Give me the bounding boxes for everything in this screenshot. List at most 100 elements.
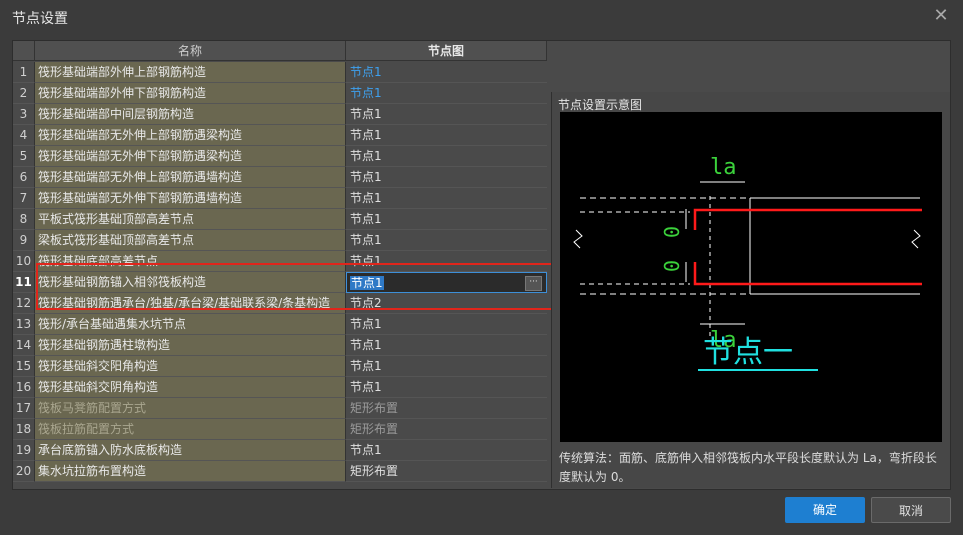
row-name: 筏板马凳筋配置方式 [35, 398, 346, 419]
row-node-value[interactable]: 节点1 [346, 146, 547, 167]
row-node-value[interactable]: 节点1 [346, 356, 547, 377]
row-number: 11 [13, 272, 35, 293]
row-node-value[interactable]: 节点1 [346, 104, 547, 125]
table-row[interactable]: 16 筏形基础斜交阴角构造 节点1 [13, 377, 547, 398]
close-icon[interactable]: ✕ [931, 6, 951, 26]
label-la-top: la [710, 155, 737, 180]
row-name: 承台底筋锚入防水底板构造 [35, 440, 346, 461]
table-row[interactable]: 19 承台底筋锚入防水底板构造 节点1 [13, 440, 547, 461]
row-number: 20 [13, 461, 35, 482]
row-number: 18 [13, 419, 35, 440]
row-node-value[interactable]: 节点2 [346, 293, 547, 314]
preview-description: 传统算法：面筋、底筋伸入相邻筏板内水平段长度默认为 La，弯折段长度默认为 0。 [559, 451, 937, 484]
row-node-value[interactable]: 节点1 [346, 314, 547, 335]
table-row[interactable]: 11 筏形基础钢筋锚入相邻筏板构造 节点1 ··· [13, 272, 547, 293]
row-node-value[interactable]: 节点1 [346, 167, 547, 188]
row-name: 平板式筏形基础顶部高差节点 [35, 209, 346, 230]
table-row[interactable]: 1 筏形基础端部外伸上部钢筋构造 节点1 [13, 62, 547, 83]
table-row[interactable]: 2 筏形基础端部外伸下部钢筋构造 节点1 [13, 83, 547, 104]
row-number: 8 [13, 209, 35, 230]
table-row[interactable]: 8 平板式筏形基础顶部高差节点 节点1 [13, 209, 547, 230]
table-row[interactable]: 17 筏板马凳筋配置方式 矩形布置 [13, 398, 547, 419]
row-node-value[interactable]: 矩形布置 [346, 419, 547, 440]
header-num [13, 41, 35, 61]
header-node[interactable]: 节点图 [346, 41, 547, 61]
table-row[interactable]: 20 集水坑拉筋布置构造 矩形布置 [13, 461, 547, 482]
row-node-value[interactable]: 节点1 [346, 209, 547, 230]
table-row[interactable]: 10 筏形基础底部高差节点 节点1 [13, 251, 547, 272]
preview-title: 节点设置示意图 [558, 98, 643, 112]
row-node-value[interactable]: 节点1 [346, 377, 547, 398]
row-number: 17 [13, 398, 35, 419]
row-number: 9 [13, 230, 35, 251]
row-node-value[interactable]: 节点1 [346, 125, 547, 146]
row-name: 筏板拉筋配置方式 [35, 419, 346, 440]
table-row[interactable]: 12 筏形基础钢筋遇承台/独基/承台梁/基础联系梁/条基构造 节点2 [13, 293, 547, 314]
row-name: 筏形基础端部无外伸上部钢筋遇墙构造 [35, 167, 346, 188]
diagram-caption: 节点一 [703, 335, 793, 370]
row-number: 7 [13, 188, 35, 209]
ok-button[interactable]: 确定 [785, 497, 865, 523]
break-left-icon [573, 229, 583, 249]
row-node-value[interactable]: 节点1 [346, 335, 547, 356]
row-number: 5 [13, 146, 35, 167]
row-name: 筏形基础端部无外伸下部钢筋遇墙构造 [35, 188, 346, 209]
row-node-value[interactable]: 节点1 [346, 188, 547, 209]
row-name: 筏形基础端部外伸下部钢筋构造 [35, 83, 346, 104]
row-number: 15 [13, 356, 35, 377]
row-number: 16 [13, 377, 35, 398]
header-name[interactable]: 名称 [35, 41, 346, 61]
table-row[interactable]: 9 梁板式筏形基础顶部高差节点 节点1 [13, 230, 547, 251]
row-name: 筏形基础钢筋遇柱墩构造 [35, 335, 346, 356]
node-diagram-svg: la la 0 0 节点一 [573, 155, 922, 371]
rebar-bottom-red [693, 262, 922, 286]
table-row[interactable]: 13 筏形/承台基础遇集水坑节点 节点1 [13, 314, 547, 335]
row-number: 2 [13, 83, 35, 104]
row-name: 筏形基础端部无外伸下部钢筋遇梁构造 [35, 146, 346, 167]
row-name: 筏形基础底部高差节点 [35, 251, 346, 272]
row-node-value[interactable]: 矩形布置 [346, 461, 547, 482]
row-node-value[interactable]: 节点1 ··· [346, 272, 547, 293]
row-number: 13 [13, 314, 35, 335]
row-number: 12 [13, 293, 35, 314]
row-name: 筏形基础钢筋遇承台/独基/承台梁/基础联系梁/条基构造 [35, 293, 346, 314]
row-number: 4 [13, 125, 35, 146]
table-row[interactable]: 15 筏形基础斜交阳角构造 节点1 [13, 356, 547, 377]
row-name: 筏形基础端部外伸上部钢筋构造 [35, 62, 346, 83]
table-row[interactable]: 5 筏形基础端部无外伸下部钢筋遇梁构造 节点1 [13, 146, 547, 167]
preview-panel: 节点设置示意图 la la 0 0 节点一 传统算法：面筋、底筋伸入相邻筏板内水… [551, 92, 950, 488]
table-row[interactable]: 7 筏形基础端部无外伸下部钢筋遇墙构造 节点1 [13, 188, 547, 209]
row-node-value[interactable]: 节点1 [346, 230, 547, 251]
row-node-value[interactable]: 节点1 [346, 251, 547, 272]
selected-node-value: 节点1 [350, 276, 384, 290]
node-diagram: la la 0 0 节点一 [560, 112, 942, 442]
title-bar: 节点设置 ✕ [0, 0, 963, 34]
row-name: 筏形/承台基础遇集水坑节点 [35, 314, 346, 335]
row-number: 3 [13, 104, 35, 125]
break-right-icon [911, 229, 921, 249]
row-name: 集水坑拉筋布置构造 [35, 461, 346, 482]
row-name: 筏形基础端部无外伸上部钢筋遇梁构造 [35, 125, 346, 146]
table-row[interactable]: 4 筏形基础端部无外伸上部钢筋遇梁构造 节点1 [13, 125, 547, 146]
table-row[interactable]: 3 筏形基础端部中间层钢筋构造 节点1 [13, 104, 547, 125]
row-name: 筏形基础斜交阳角构造 [35, 356, 346, 377]
row-node-value[interactable]: 节点1 [346, 62, 547, 83]
row-number: 1 [13, 62, 35, 83]
table-header: 名称 节点图 [13, 41, 547, 61]
ellipsis-button[interactable]: ··· [525, 276, 542, 291]
row-number: 19 [13, 440, 35, 461]
row-node-value[interactable]: 节点1 [346, 83, 547, 104]
rebar-top-red [693, 208, 922, 230]
row-name: 筏形基础钢筋锚入相邻筏板构造 [35, 272, 346, 293]
table-row[interactable]: 14 筏形基础钢筋遇柱墩构造 节点1 [13, 335, 547, 356]
label-zero-top: 0 [659, 226, 683, 238]
row-number: 14 [13, 335, 35, 356]
row-node-value[interactable]: 矩形布置 [346, 398, 547, 419]
row-node-value[interactable]: 节点1 [346, 440, 547, 461]
row-name: 筏形基础端部中间层钢筋构造 [35, 104, 346, 125]
cancel-button[interactable]: 取消 [871, 497, 951, 523]
row-number: 10 [13, 251, 35, 272]
table-row[interactable]: 6 筏形基础端部无外伸上部钢筋遇墙构造 节点1 [13, 167, 547, 188]
table-row[interactable]: 18 筏板拉筋配置方式 矩形布置 [13, 419, 547, 440]
row-name: 梁板式筏形基础顶部高差节点 [35, 230, 346, 251]
